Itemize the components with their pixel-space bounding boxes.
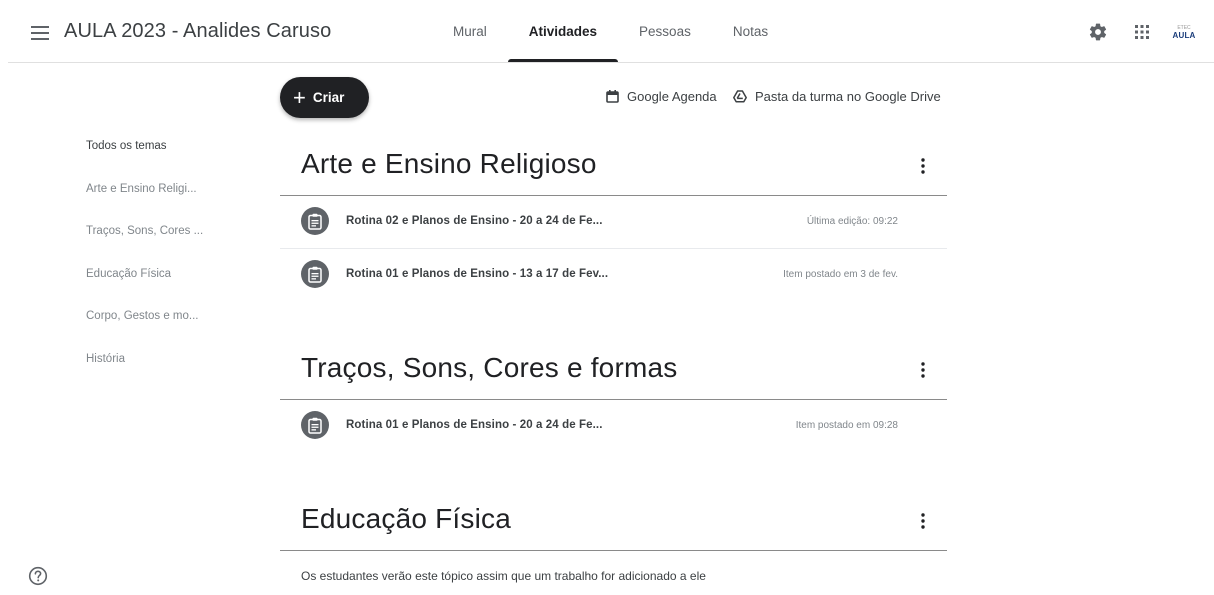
topic-more-options-button[interactable] [912, 154, 934, 178]
more-vert-icon [921, 158, 925, 174]
topic-header: Arte e Ensino Religioso [280, 136, 947, 196]
topic-empty-state: Os estudantes verão este tópico assim qu… [280, 551, 947, 595]
tab-atividades[interactable]: Atividades [507, 0, 619, 63]
topic-header: Educação Física [280, 491, 947, 551]
logo-text: AULA [1172, 30, 1196, 40]
class-settings-button[interactable] [1085, 19, 1111, 45]
classwork-item-meta: Item postado em 09:28 [795, 420, 898, 431]
gear-icon [1089, 23, 1107, 41]
app-header: AULA 2023 - Analides Caruso Mural Ativid… [0, 0, 1214, 63]
topic-title: Traços, Sons, Cores e formas [301, 352, 678, 383]
more-vert-icon [921, 362, 925, 378]
class-title[interactable]: AULA 2023 - Analides Caruso [64, 20, 331, 43]
create-button[interactable]: + Criar [280, 77, 369, 118]
google-drive-icon [733, 90, 747, 103]
class-tabs: Mural Atividades Pessoas Notas [432, 0, 789, 63]
help-button[interactable] [28, 566, 48, 586]
create-button-label: Criar [312, 90, 345, 105]
google-drive-folder-link-label: Pasta da turma no Google Drive [755, 89, 941, 104]
classwork-item[interactable]: Rotina 01 e Planos de Ensino - 20 a 24 d… [280, 400, 947, 453]
assignment-icon [301, 207, 329, 235]
classwork-item-title: Rotina 01 e Planos de Ensino - 20 a 24 d… [346, 419, 603, 431]
sidebar-item-todos-os-temas[interactable]: Todos os temas [86, 138, 266, 181]
topic-empty-message: Os estudantes verão este tópico assim qu… [301, 569, 706, 583]
sidebar-item-educacao-fisica[interactable]: Educação Física [86, 266, 266, 309]
sidebar-item-historia[interactable]: História [86, 351, 266, 394]
classwork-item[interactable]: Rotina 02 e Planos de Ensino - 20 a 24 d… [280, 196, 947, 249]
tab-pessoas[interactable]: Pessoas [618, 0, 712, 63]
calendar-icon [606, 90, 619, 103]
account-avatar[interactable]: ETEC AULA [1169, 17, 1199, 47]
more-vert-icon [921, 513, 925, 529]
tab-mural[interactable]: Mural [432, 0, 508, 63]
topic-section: Traços, Sons, Cores e formas Rotina 01 e… [280, 340, 947, 453]
help-question-icon [28, 566, 48, 586]
topic-section: Arte e Ensino Religioso Rotina 02 e Plan… [280, 136, 947, 302]
sidebar-item-arte-ensino-religioso[interactable]: Arte e Ensino Religi... [86, 181, 266, 224]
topic-more-options-button[interactable] [912, 358, 934, 382]
sidebar-item-corpo-gestos[interactable]: Corpo, Gestos e mo... [86, 308, 266, 351]
hamburger-menu-icon [31, 26, 49, 40]
classwork-item-title: Rotina 02 e Planos de Ensino - 20 a 24 d… [346, 215, 603, 227]
google-apps-button[interactable] [1129, 19, 1155, 45]
topic-header: Traços, Sons, Cores e formas [280, 340, 947, 400]
assignment-icon [301, 411, 329, 439]
google-drive-folder-link[interactable]: Pasta da turma no Google Drive [733, 89, 941, 104]
google-calendar-link[interactable]: Google Agenda [606, 89, 717, 104]
topic-section: Educação Física Os estudantes verão este… [280, 491, 947, 595]
main-menu-button[interactable] [24, 17, 56, 49]
topic-title: Arte e Ensino Religioso [301, 148, 597, 179]
apps-grid-icon [1135, 25, 1149, 39]
classwork-item-meta: Item postado em 3 de fev. [783, 269, 898, 280]
topics-sidebar: Todos os temas Arte e Ensino Religi... T… [86, 138, 266, 393]
classwork-item-meta: Última edição: 09:22 [806, 216, 898, 227]
topic-title: Educação Física [301, 503, 511, 534]
classwork-item[interactable]: Rotina 01 e Planos de Ensino - 13 a 17 d… [280, 249, 947, 302]
topic-more-options-button[interactable] [912, 509, 934, 533]
sidebar-item-tracos-sons-cores[interactable]: Traços, Sons, Cores ... [86, 223, 266, 266]
header-divider [8, 62, 1214, 63]
tab-notas[interactable]: Notas [712, 0, 789, 63]
classwork-item-title: Rotina 01 e Planos de Ensino - 13 a 17 d… [346, 268, 609, 280]
google-calendar-link-label: Google Agenda [627, 89, 717, 104]
assignment-icon [301, 260, 329, 288]
plus-icon: + [293, 84, 306, 110]
